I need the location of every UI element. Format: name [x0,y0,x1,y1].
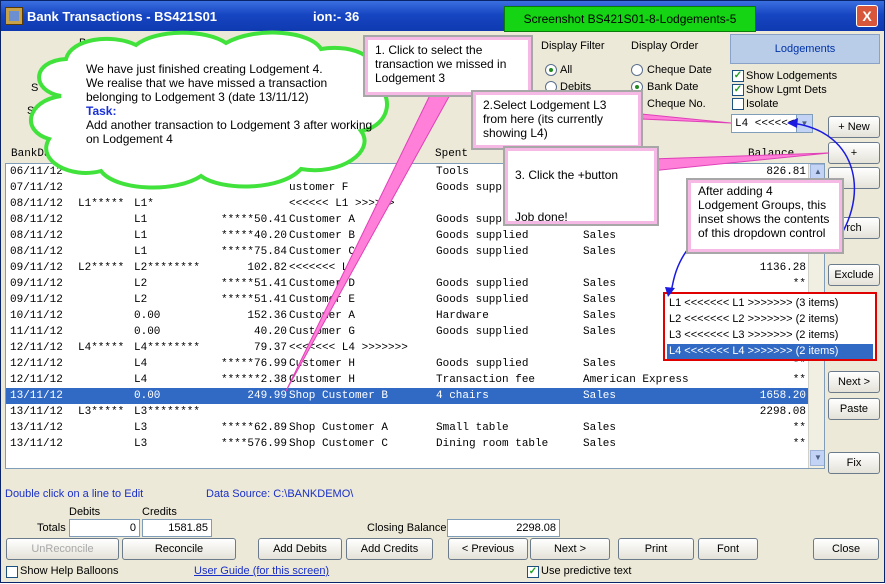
previous-button[interactable]: < Previous [448,538,528,560]
add-credits-button[interactable]: Add Credits [346,538,433,560]
print-button[interactable]: Print [618,538,694,560]
use-predictive-text-label: Use predictive text [541,565,632,577]
unreconcile-button[interactable]: UnReconcile [6,538,119,560]
inset-note-text: After adding 4 Lodgement Groups, this in… [698,184,830,240]
step1-text: 1. Click to select the transaction we mi… [375,43,507,85]
step1-callout: 1. Click to select the transaction we mi… [363,35,533,97]
add-debits-button[interactable]: Add Debits [258,538,342,560]
step3-title: 3. Click the +button [515,168,619,182]
user-guide-link[interactable]: User Guide (for this screen) [194,565,329,577]
next-button[interactable]: Next > [530,538,610,560]
close-button[interactable]: Close [813,538,879,560]
credits-total: 1581.85 [142,519,212,537]
debits-label: Debits [69,506,101,518]
step3-done: Job done! [515,210,568,224]
credits-label: Credits [142,506,177,518]
cloud-line-2: We realise that we have missed a transac… [86,76,328,104]
font-button[interactable]: Font [698,538,758,560]
show-help-balloons-label: Show Help Balloons [20,565,119,577]
cloud-task-text: Add another transaction to Lodgement 3 a… [86,118,373,146]
arrow-head-inset [665,287,675,297]
closing-balance-value: 2298.08 [447,519,560,537]
cloud-line-1: We have just finished creating Lodgement… [86,62,323,76]
cloud-callout: We have just finished creating Lodgement… [86,62,376,146]
step2-text: 2.Select Lodgement L3 from here (its cur… [483,98,607,140]
closing-balance-label: Closing Balance [367,522,447,534]
step2-callout: 2.Select Lodgement L3 from here (its cur… [471,90,643,150]
step3-pointer [650,152,830,172]
totals-label: Totals [37,522,66,534]
debits-total: 0 [69,519,140,537]
use-predictive-text-checkbox[interactable]: ✓ [527,566,539,578]
bank-transactions-window: Bank Transactions - BS421S01 ion:- 36 X … [0,0,885,583]
data-source-label: Data Source: C:\BANKDEMO\ [206,488,354,500]
cloud-task-label: Task: [86,104,117,118]
double-click-hint: Double click on a line to Edit [5,488,144,500]
step3-callout: 3. Click the +button Job done! [503,146,659,226]
arrow-head-dropdown [787,118,798,128]
reconcile-button[interactable]: Reconcile [122,538,236,560]
show-help-balloons-checkbox[interactable] [6,566,18,578]
inset-note-callout: After adding 4 Lodgement Groups, this in… [686,178,844,254]
